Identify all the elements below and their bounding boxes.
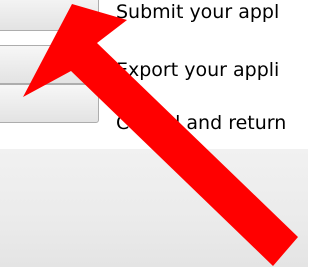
command-panel: Submit your appl Export your appli Cance… xyxy=(0,0,308,149)
submit-description: Submit your appl xyxy=(116,1,280,23)
export-button[interactable] xyxy=(0,45,99,84)
dialog-footer xyxy=(0,149,308,267)
cancel-description: Cancel and return xyxy=(116,112,287,134)
export-description: Export your appli xyxy=(116,59,280,81)
cancel-button[interactable] xyxy=(0,84,99,123)
submit-button[interactable] xyxy=(0,0,99,31)
